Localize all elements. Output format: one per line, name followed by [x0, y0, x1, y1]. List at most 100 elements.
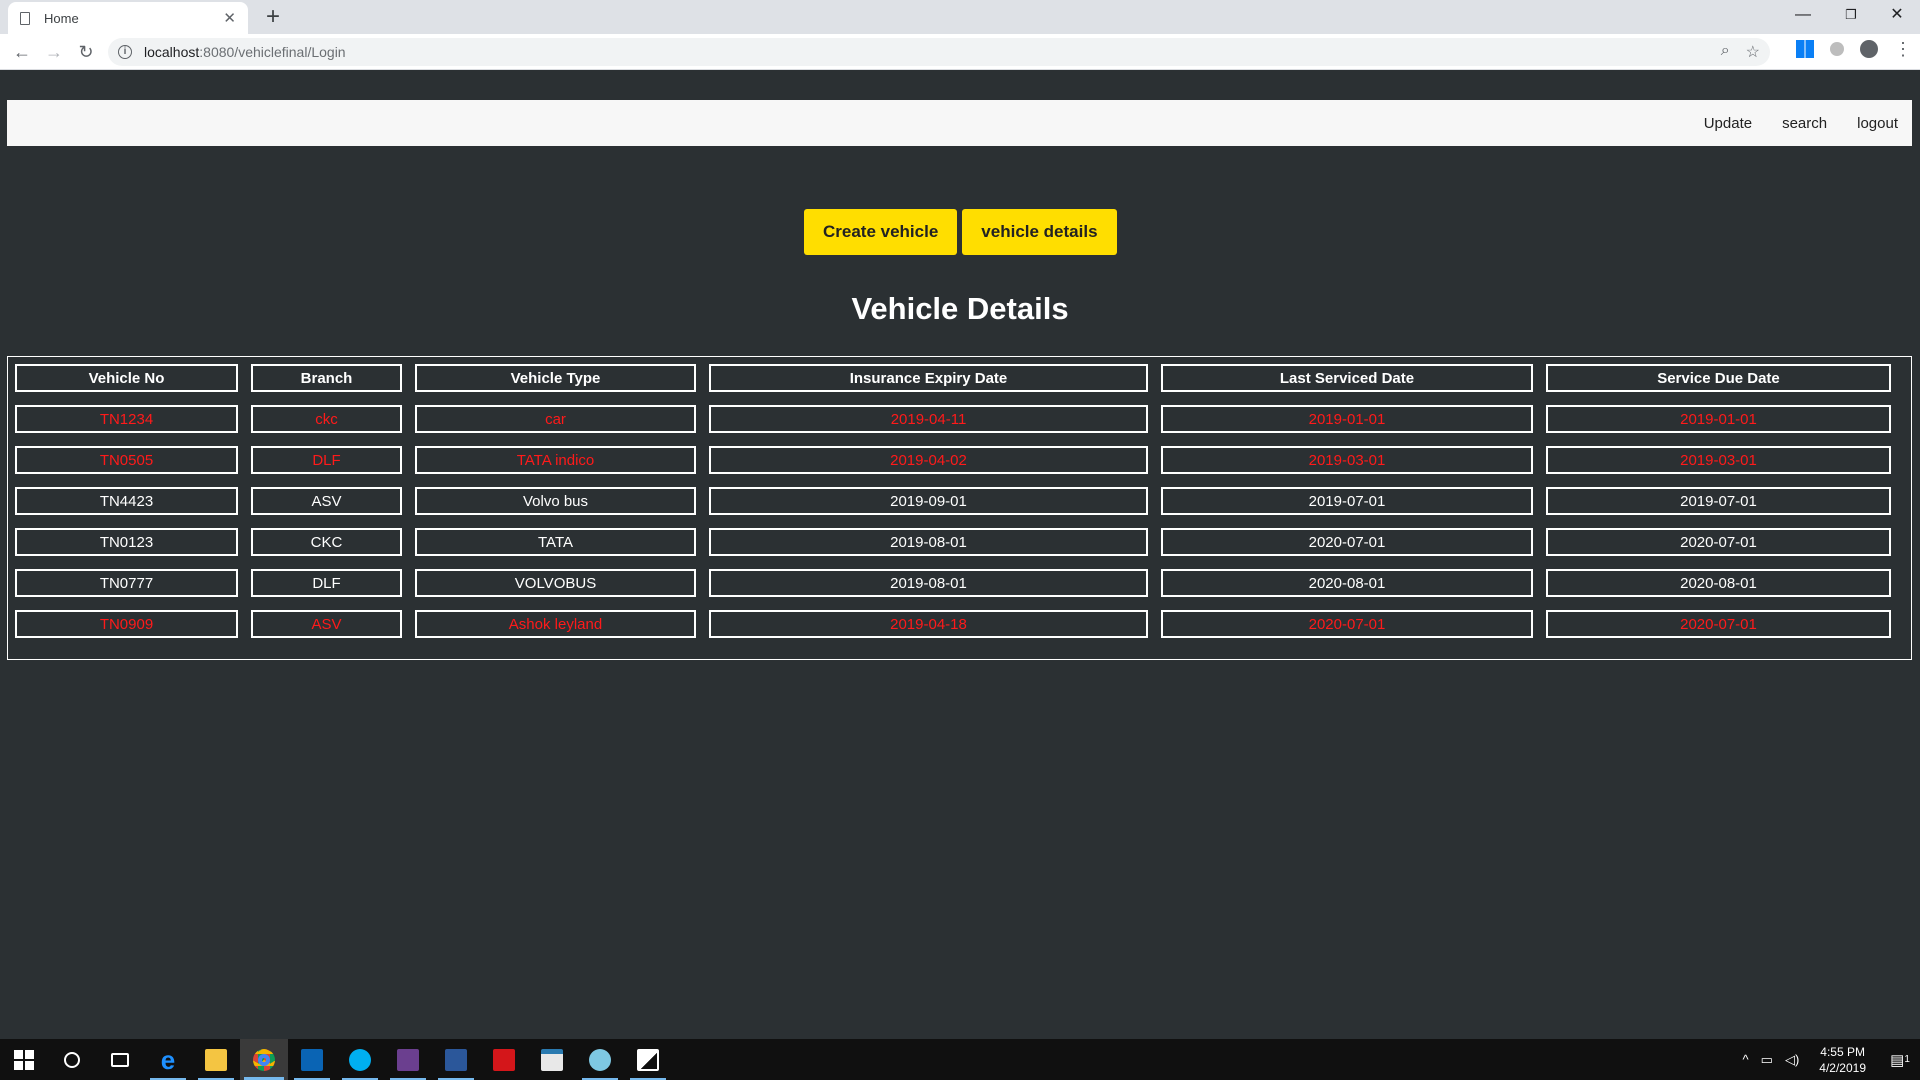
- profile-icon[interactable]: [1860, 40, 1878, 58]
- taskbar-acrobat[interactable]: [480, 1039, 528, 1080]
- cell-last-serviced: 2020-07-01: [1161, 610, 1533, 638]
- cell-insurance-expiry: 2019-08-01: [709, 528, 1148, 556]
- action-buttons: Create vehicle vehicle details: [804, 209, 1117, 255]
- task-view-button[interactable]: [96, 1039, 144, 1080]
- cell-branch: ASV: [251, 487, 402, 515]
- zoom-icon[interactable]: ⌕: [1721, 42, 1730, 62]
- clock[interactable]: 4:55 PM 4/2/2019: [1819, 1044, 1866, 1076]
- minimize-button[interactable]: —: [1780, 0, 1826, 30]
- photos-icon: [637, 1048, 659, 1071]
- nav-link-search[interactable]: search: [1782, 115, 1827, 132]
- vehicle-details-button[interactable]: vehicle details: [962, 209, 1117, 255]
- cell-last-serviced: 2019-01-01: [1161, 405, 1533, 433]
- address-bar[interactable]: i localhost:8080/vehiclefinal/Login ⌕ ☆: [108, 38, 1770, 66]
- browser-toolbar: ← → ↻ i localhost:8080/vehiclefinal/Logi…: [0, 34, 1920, 70]
- cell-service-due: 2019-07-01: [1546, 487, 1891, 515]
- taskbar-app-purple[interactable]: [384, 1039, 432, 1080]
- notification-icon: ▤: [1890, 1051, 1905, 1069]
- clock-time: 4:55 PM: [1820, 1044, 1865, 1059]
- paint-icon: [589, 1048, 611, 1071]
- cell-service-due: 2020-07-01: [1546, 528, 1891, 556]
- windows-logo-icon: [14, 1049, 34, 1070]
- create-vehicle-button[interactable]: Create vehicle: [804, 209, 958, 255]
- nav-link-update[interactable]: Update: [1704, 115, 1752, 132]
- skype-icon: [349, 1048, 371, 1071]
- forward-arrow-icon[interactable]: →: [42, 40, 66, 64]
- taskbar-outlook[interactable]: [288, 1039, 336, 1080]
- cell-service-due: 2019-03-01: [1546, 446, 1891, 474]
- cortana-icon: [64, 1051, 80, 1068]
- extension-circle-icon[interactable]: [1830, 42, 1844, 56]
- table-row: TN0505 DLF TATA indico 2019-04-02 2019-0…: [15, 446, 1891, 474]
- clock-date: 4/2/2019: [1819, 1060, 1866, 1075]
- volume-icon[interactable]: ◁): [1785, 1052, 1799, 1068]
- header-branch: Branch: [251, 364, 402, 392]
- taskbar-skype[interactable]: [336, 1039, 384, 1080]
- table-row: TN0777 DLF VOLVOBUS 2019-08-01 2020-08-0…: [15, 569, 1891, 597]
- notification-count: 1: [1904, 1054, 1910, 1065]
- restore-button[interactable]: ❐: [1828, 0, 1874, 30]
- cell-last-serviced: 2019-07-01: [1161, 487, 1533, 515]
- folder-icon: [205, 1048, 227, 1071]
- window-app-icon: [541, 1048, 563, 1071]
- cell-vehicle-type: VOLVOBUS: [415, 569, 696, 597]
- outlook-icon: [301, 1048, 323, 1071]
- cell-vehicle-type: car: [415, 405, 696, 433]
- taskbar-paint[interactable]: [576, 1039, 624, 1080]
- cell-branch: ckc: [251, 405, 402, 433]
- cell-vehicle-no: TN4423: [15, 487, 238, 515]
- reload-icon[interactable]: ↻: [74, 40, 98, 64]
- taskbar-edge[interactable]: e: [144, 1039, 192, 1080]
- window-close-button[interactable]: ✕: [1874, 0, 1920, 30]
- header-vehicle-type: Vehicle Type: [415, 364, 696, 392]
- vehicle-table-container: Vehicle No Branch Vehicle Type Insurance…: [7, 356, 1912, 660]
- cell-insurance-expiry: 2019-08-01: [709, 569, 1148, 597]
- taskbar-app-window[interactable]: [528, 1039, 576, 1080]
- cell-service-due: 2020-08-01: [1546, 569, 1891, 597]
- windows-extension-icon[interactable]: [1796, 40, 1814, 58]
- cell-insurance-expiry: 2019-04-11: [709, 405, 1148, 433]
- word-icon: [445, 1048, 467, 1071]
- new-tab-button[interactable]: +: [260, 4, 286, 30]
- chrome-icon: [253, 1048, 275, 1071]
- page-title: Vehicle Details: [851, 291, 1069, 326]
- nav-link-logout[interactable]: logout: [1857, 115, 1898, 132]
- taskbar-file-explorer[interactable]: [192, 1039, 240, 1080]
- cell-vehicle-no: TN0909: [15, 610, 238, 638]
- header-insurance-expiry: Insurance Expiry Date: [709, 364, 1148, 392]
- cell-service-due: 2019-01-01: [1546, 405, 1891, 433]
- cell-vehicle-no: TN0777: [15, 569, 238, 597]
- browser-tab-home[interactable]: Home ✕: [8, 2, 248, 34]
- cell-vehicle-type: TATA indico: [415, 446, 696, 474]
- cell-vehicle-no: TN0505: [15, 446, 238, 474]
- search-button[interactable]: [48, 1039, 96, 1080]
- back-arrow-icon[interactable]: ←: [10, 40, 34, 64]
- taskbar-chrome[interactable]: [240, 1039, 288, 1080]
- cell-last-serviced: 2019-03-01: [1161, 446, 1533, 474]
- cell-vehicle-type: Ashok leyland: [415, 610, 696, 638]
- action-center-button[interactable]: ▤ 1: [1880, 1039, 1920, 1080]
- cell-service-due: 2020-07-01: [1546, 610, 1891, 638]
- menu-dots-icon[interactable]: ⋮: [1894, 40, 1912, 58]
- cell-last-serviced: 2020-07-01: [1161, 528, 1533, 556]
- taskbar-photos[interactable]: [624, 1039, 672, 1080]
- taskbar-word[interactable]: [432, 1039, 480, 1080]
- page-icon: [20, 11, 30, 25]
- edge-icon: e: [160, 1044, 176, 1075]
- cell-branch: DLF: [251, 569, 402, 597]
- network-icon[interactable]: ▭: [1761, 1052, 1773, 1068]
- start-button[interactable]: [0, 1039, 48, 1080]
- table-row: TN0123 CKC TATA 2019-08-01 2020-07-01 20…: [15, 528, 1891, 556]
- top-navbar: Update search logout: [7, 100, 1912, 146]
- cell-vehicle-no: TN0123: [15, 528, 238, 556]
- bookmark-star-icon[interactable]: ☆: [1746, 42, 1760, 62]
- info-icon[interactable]: i: [118, 45, 132, 59]
- table-body: TN1234 ckc car 2019-04-11 2019-01-01 201…: [15, 405, 1891, 638]
- table-row: TN4423 ASV Volvo bus 2019-09-01 2019-07-…: [15, 487, 1891, 515]
- cell-vehicle-no: TN1234: [15, 405, 238, 433]
- tab-close-icon[interactable]: ✕: [223, 9, 236, 27]
- cell-vehicle-type: TATA: [415, 528, 696, 556]
- table-header-row: Vehicle No Branch Vehicle Type Insurance…: [15, 364, 1891, 392]
- chevron-up-icon[interactable]: ^: [1743, 1052, 1749, 1067]
- cell-branch: DLF: [251, 446, 402, 474]
